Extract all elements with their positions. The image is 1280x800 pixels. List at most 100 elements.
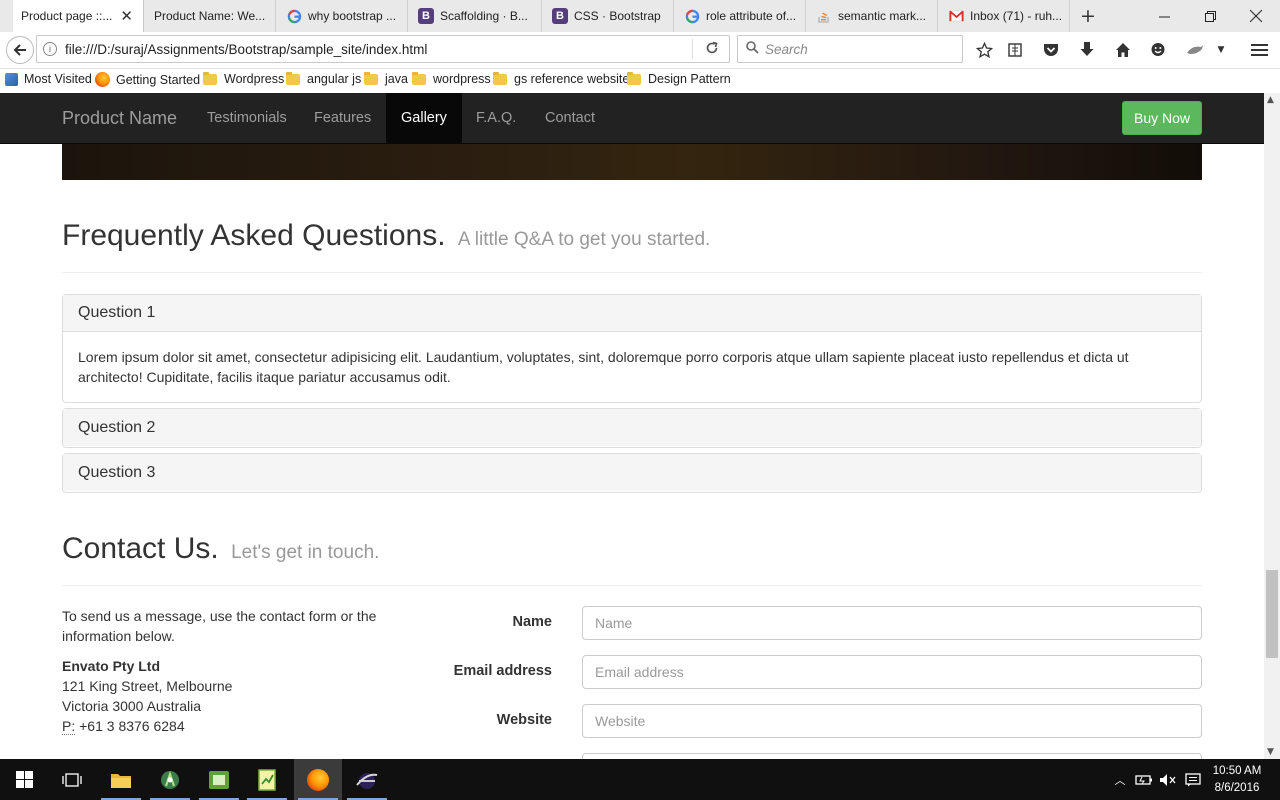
scroll-down-icon[interactable]: ▼ [1267, 747, 1274, 757]
faq-heading: Frequently Asked Questions. A little Q&A… [62, 219, 710, 253]
bookmark-label: Getting Started [116, 72, 201, 87]
info-icon[interactable]: i [43, 42, 57, 56]
task-view-button[interactable] [48, 759, 96, 800]
firefox-taskbar-button[interactable] [294, 759, 342, 800]
website-input[interactable] [582, 704, 1202, 738]
extension-button[interactable] [1184, 40, 1206, 60]
windows-taskbar: ︿ 10:50 AM 8/6/2016 [0, 759, 1280, 800]
browser-tab[interactable]: Inbox (71) - ruh... [940, 0, 1070, 32]
site-brand[interactable]: Product Name [62, 108, 177, 129]
buy-now-button[interactable]: Buy Now [1122, 101, 1202, 135]
pocket-button[interactable] [1041, 40, 1061, 60]
chevron-down-icon[interactable]: ▼ [1214, 40, 1228, 60]
divider [62, 272, 1202, 273]
folder-icon [412, 71, 426, 85]
browser-tab[interactable]: semantic mark... [808, 0, 938, 32]
browser-tab[interactable]: B Scaffolding · B... [410, 0, 542, 32]
search-icon [746, 41, 759, 57]
restore-button[interactable] [1187, 0, 1233, 32]
eclipse-button[interactable] [343, 759, 391, 800]
file-explorer-button[interactable] [97, 759, 145, 800]
tab-title: why bootstrap ... [308, 9, 397, 23]
faq-question-3[interactable]: Question 3 [63, 454, 1201, 491]
contact-heading: Contact Us. Let's get in touch. [62, 532, 379, 566]
reading-list-button[interactable] [1005, 40, 1025, 60]
power-icon[interactable] [1132, 759, 1156, 800]
reload-icon[interactable] [705, 41, 719, 58]
contact-subtitle: Let's get in touch. [231, 542, 380, 563]
faq-question-2[interactable]: Question 2 [63, 409, 1201, 446]
nav-faq[interactable]: F.A.Q. [461, 93, 531, 143]
minimize-button[interactable] [1141, 0, 1187, 32]
nav-gallery[interactable]: Gallery [386, 93, 462, 143]
search-box[interactable]: Search [737, 35, 963, 63]
browser-tab[interactable]: B CSS · Bootstrap [544, 0, 674, 32]
bookmark-most-visited[interactable]: Most Visited [5, 72, 92, 86]
google-icon [286, 8, 302, 24]
bookmark-label: Wordpress [224, 72, 285, 86]
browser-tab[interactable]: role attribute of... [676, 0, 806, 32]
email-input[interactable] [582, 655, 1202, 689]
bookmark-label: angular js [307, 72, 362, 86]
menu-button[interactable] [1248, 40, 1270, 60]
home-icon [1116, 43, 1130, 57]
phone-number: +61 3 8376 6284 [79, 718, 185, 734]
page-scrollbar[interactable]: ▲ ▼ [1264, 93, 1280, 759]
action-center-icon[interactable] [1181, 759, 1205, 800]
start-button[interactable] [0, 759, 48, 800]
bookmark-getting-started[interactable]: Getting Started [95, 72, 200, 87]
nav-features[interactable]: Features [299, 93, 386, 143]
bookmark-star-button[interactable] [974, 40, 994, 60]
faq-question-1[interactable]: Question 1 [63, 295, 1201, 332]
back-button[interactable] [6, 36, 34, 64]
nav-contact[interactable]: Contact [530, 93, 610, 143]
scroll-up-icon[interactable]: ▲ [1267, 95, 1274, 105]
faq-panel: Question 1 Lorem ipsum dolor sit amet, c… [62, 294, 1202, 403]
close-window-button[interactable] [1233, 0, 1279, 32]
eclipse-icon [356, 772, 378, 789]
close-tab-icon[interactable]: ✕ [120, 7, 133, 25]
browser-tab[interactable]: Product Name: We... [146, 0, 276, 32]
url-text: file:///D:/suraj/Assignments/Bootstrap/s… [65, 41, 428, 57]
most-visited-icon [5, 72, 18, 86]
tab-title: semantic mark... [838, 9, 927, 23]
nav-testimonials[interactable]: Testimonials [192, 93, 302, 143]
bookmark-folder[interactable]: Design Pattern [627, 71, 731, 86]
faq-title: Frequently Asked Questions. [62, 219, 446, 252]
task-view-icon [62, 772, 82, 787]
tab-title: Inbox (71) - ruh... [970, 9, 1061, 23]
firefox-icon [307, 768, 329, 791]
website-label: Website [496, 712, 552, 728]
bookmark-folder[interactable]: java [364, 71, 408, 86]
name-input[interactable] [582, 606, 1202, 640]
notepad-button[interactable] [243, 759, 291, 800]
browser-tab[interactable]: why bootstrap ... [278, 0, 408, 32]
system-clock[interactable]: 10:50 AM 8/6/2016 [1210, 763, 1264, 797]
volume-muted-icon[interactable] [1156, 759, 1180, 800]
show-hidden-icons-chevron-icon[interactable]: ︿ [1108, 759, 1132, 800]
address-line-1: 121 King Street, Melbourne [62, 678, 233, 694]
name-label: Name [512, 614, 553, 630]
new-tab-button[interactable]: + [1076, 4, 1100, 28]
address-bar[interactable]: i file:///D:/suraj/Assignments/Bootstrap… [36, 35, 730, 63]
address-line-2: Victoria 3000 Australia [62, 698, 202, 714]
android-studio-button[interactable] [146, 759, 194, 800]
bookmark-folder[interactable]: angular js [286, 71, 362, 86]
bookmark-folder[interactable]: Wordpress [203, 71, 285, 86]
scrollbar-thumb[interactable] [1266, 570, 1278, 658]
bookmark-folder[interactable]: gs reference website [493, 71, 629, 86]
folder-icon [493, 71, 507, 85]
hello-button[interactable] [1148, 40, 1168, 60]
browser-tab-active[interactable]: Product page ::... ✕ [13, 0, 144, 32]
faq-answer-1: Lorem ipsum dolor sit amet, consectetur … [78, 349, 1129, 385]
chat-smile-icon [1151, 43, 1165, 56]
clock-date: 8/6/2016 [1214, 782, 1260, 794]
tab-title: Product page ::... [21, 9, 113, 23]
home-button[interactable] [1113, 40, 1133, 60]
faq-subtitle: A little Q&A to get you started. [457, 229, 711, 250]
downloads-button[interactable] [1077, 40, 1097, 60]
folder-icon [203, 71, 217, 85]
bookmark-label: Design Pattern [648, 72, 731, 86]
bookmark-folder[interactable]: wordpress [412, 71, 491, 86]
app-button[interactable] [195, 759, 243, 800]
